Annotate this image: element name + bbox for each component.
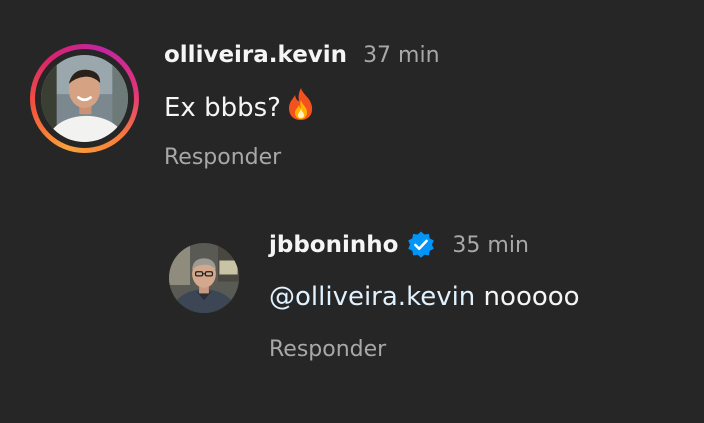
reply-comment-item: jbboninho 35 min @olliveira.kevin nooooo… — [0, 200, 704, 423]
avatar-photo — [41, 55, 128, 142]
avatar[interactable] — [169, 243, 239, 313]
mention-link[interactable]: @olliveira.kevin — [269, 282, 475, 312]
comment-header: olliveira.kevin 37 min — [164, 38, 440, 72]
comment-item: olliveira.kevin 37 min Ex bbbs? Responde… — [0, 0, 704, 200]
verified-badge-icon — [406, 230, 436, 260]
username[interactable]: olliveira.kevin — [164, 42, 347, 68]
story-ring[interactable] — [30, 44, 139, 153]
timestamp: 35 min — [452, 232, 529, 258]
comment-body: Ex bbbs? — [164, 93, 281, 123]
comment-text: @olliveira.kevin nooooo — [269, 282, 580, 312]
avatar-photo — [169, 243, 239, 313]
reply-button[interactable]: Responder — [269, 337, 386, 362]
comment-header: jbboninho 35 min — [269, 228, 529, 262]
comment-body: nooooo — [475, 282, 580, 312]
avatar[interactable] — [41, 55, 128, 142]
username[interactable]: jbboninho — [269, 232, 398, 258]
fire-emoji — [285, 86, 317, 122]
comment-text: Ex bbbs? — [164, 86, 317, 123]
timestamp: 37 min — [363, 42, 440, 68]
reply-button[interactable]: Responder — [164, 145, 281, 170]
